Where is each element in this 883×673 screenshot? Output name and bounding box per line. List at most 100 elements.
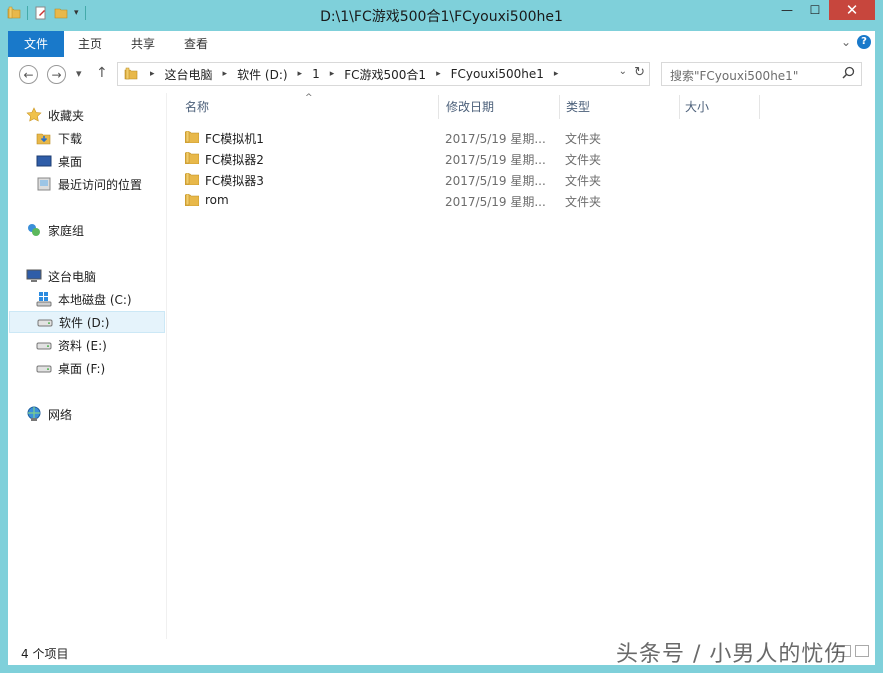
star-icon: [26, 107, 42, 123]
sidebar-item-label: 家庭组: [48, 223, 85, 238]
content-area: 收藏夹 下载 桌面 最近访问的位置 家庭组 这台电脑 本地磁盘 (C:) 软件 …: [8, 93, 875, 639]
title-bar: ▾ D:\1\FC游戏500合1\FCyouxi500he1 — ☐ ✕: [0, 0, 883, 31]
drive-icon: [37, 314, 53, 330]
column-header-type[interactable]: 类型: [566, 98, 590, 118]
column-header-size[interactable]: 大小: [685, 98, 709, 118]
maximize-button[interactable]: ☐: [801, 0, 829, 20]
breadcrumb-separator[interactable]: ▸: [430, 69, 447, 79]
window-title: D:\1\FC游戏500合1\FCyouxi500he1: [320, 9, 563, 25]
sidebar-item-label: 本地磁盘 (C:): [58, 292, 132, 307]
recent-locations-button[interactable]: ▾: [76, 67, 82, 80]
search-icon[interactable]: [842, 66, 855, 79]
file-type: 文件夹: [565, 153, 602, 167]
close-button[interactable]: ✕: [829, 0, 875, 20]
sidebar-item-network[interactable]: 网络: [26, 403, 165, 425]
breadcrumb: ▸ 这台电脑 ▸ 软件 (D:) ▸ 1 ▸ FC游戏500合1 ▸ FCyou…: [118, 63, 564, 85]
column-divider[interactable]: [679, 95, 680, 119]
column-divider[interactable]: [759, 95, 760, 119]
breadcrumb-folder-1[interactable]: 1: [308, 67, 324, 81]
minimize-button[interactable]: —: [773, 0, 801, 20]
file-type: 文件夹: [565, 132, 602, 146]
tab-share[interactable]: 共享: [117, 31, 169, 57]
breadcrumb-fc-games[interactable]: FC游戏500合1: [340, 66, 430, 83]
column-header-name[interactable]: 名称: [185, 98, 209, 118]
up-button[interactable]: ↑: [96, 65, 108, 81]
tab-file[interactable]: 文件: [8, 31, 64, 57]
tab-home[interactable]: 主页: [64, 31, 116, 57]
watermark: 头条号 / 小男人的忧伤: [616, 642, 848, 667]
sidebar-item-label: 下载: [58, 131, 83, 146]
expand-ribbon-icon[interactable]: ⌄: [841, 35, 851, 49]
sort-indicator-icon: ^: [305, 93, 313, 103]
folder-icon: [185, 152, 199, 164]
file-row[interactable]: rom 2017/5/19 星期... 文件夹: [183, 191, 603, 211]
sidebar-item-recent[interactable]: 最近访问的位置: [36, 173, 165, 195]
column-divider[interactable]: [559, 95, 560, 119]
breadcrumb-separator[interactable]: ▸: [292, 69, 309, 79]
sidebar-item-drive-e[interactable]: 资料 (E:): [36, 334, 165, 356]
breadcrumb-current[interactable]: FCyouxi500he1: [447, 67, 548, 81]
breadcrumb-this-pc[interactable]: 这台电脑: [161, 66, 217, 83]
file-row[interactable]: FC模拟机1 2017/5/19 星期... 文件夹: [183, 128, 603, 148]
sidebar-item-downloads[interactable]: 下载: [36, 127, 165, 149]
sidebar-item-drive-d[interactable]: 软件 (D:): [9, 311, 165, 333]
refresh-button[interactable]: ↻: [634, 65, 645, 80]
sidebar-item-label: 桌面 (F:): [58, 361, 106, 376]
file-row[interactable]: FC模拟器3 2017/5/19 星期... 文件夹: [183, 170, 603, 190]
ribbon-tabs: 文件 主页 共享 查看 ⌄ ?: [8, 31, 875, 58]
sidebar-item-this-pc[interactable]: 这台电脑: [26, 265, 165, 287]
address-bar[interactable]: ▸ 这台电脑 ▸ 软件 (D:) ▸ 1 ▸ FC游戏500合1 ▸ FCyou…: [117, 62, 650, 86]
sidebar-item-label: 软件 (D:): [59, 315, 110, 330]
sidebar-item-drive-f[interactable]: 桌面 (F:): [36, 357, 165, 379]
file-date: 2017/5/19 星期...: [445, 174, 546, 188]
sidebar-item-label: 桌面: [58, 154, 83, 169]
folder-icon: [185, 131, 199, 143]
sidebar-item-label: 收藏夹: [48, 108, 85, 123]
file-type: 文件夹: [565, 174, 602, 188]
sidebar-item-homegroup[interactable]: 家庭组: [26, 219, 165, 241]
breadcrumb-separator[interactable]: ▸: [217, 69, 234, 79]
navigation-pane: 收藏夹 下载 桌面 最近访问的位置 家庭组 这台电脑 本地磁盘 (C:) 软件 …: [8, 93, 167, 639]
search-input[interactable]: 搜索"FCyouxi500he1": [670, 67, 798, 84]
drive-icon: [36, 360, 52, 376]
file-row[interactable]: FC模拟器2 2017/5/19 星期... 文件夹: [183, 149, 603, 169]
file-date: 2017/5/19 星期...: [445, 195, 546, 209]
column-header-date[interactable]: 修改日期: [446, 98, 494, 118]
folder-icon: [124, 67, 138, 81]
file-list: ^ 名称 修改日期 类型 大小 FC模拟机1 2017/5/19 星期... 文…: [168, 93, 875, 639]
breadcrumb-separator[interactable]: ▸: [144, 69, 161, 79]
help-icon[interactable]: ?: [857, 35, 871, 49]
sidebar-item-drive-c[interactable]: 本地磁盘 (C:): [36, 288, 165, 310]
recent-places-icon: [36, 176, 52, 192]
forward-button[interactable]: →: [47, 65, 66, 84]
sidebar-item-label: 资料 (E:): [58, 338, 107, 353]
sidebar-item-favorites[interactable]: 收藏夹: [26, 104, 165, 126]
window-controls: — ☐ ✕: [773, 0, 875, 20]
back-button[interactable]: ←: [19, 65, 38, 84]
sidebar-item-label: 最近访问的位置: [58, 177, 143, 192]
network-icon: [26, 406, 42, 422]
homegroup-icon: [26, 222, 42, 238]
explorer-window: ▾ D:\1\FC游戏500合1\FCyouxi500he1 — ☐ ✕ 文件 …: [0, 0, 883, 673]
sidebar-item-desktop[interactable]: 桌面: [36, 150, 165, 172]
download-folder-icon: [36, 130, 52, 146]
navigation-bar: ← → ▾ ↑ ▸ 这台电脑 ▸ 软件 (D:) ▸ 1 ▸ FC游戏500合1…: [8, 57, 875, 93]
breadcrumb-separator[interactable]: ▸: [548, 69, 565, 79]
large-icons-view-button[interactable]: [855, 645, 869, 657]
desktop-icon: [36, 153, 52, 169]
windows-drive-icon: [36, 291, 52, 307]
address-history-dropdown[interactable]: ⌄: [619, 66, 627, 77]
computer-icon: [26, 268, 42, 284]
folder-icon: [185, 173, 199, 185]
search-box[interactable]: 搜索"FCyouxi500he1": [661, 62, 862, 86]
tab-view[interactable]: 查看: [170, 31, 222, 57]
file-name: rom: [205, 193, 229, 207]
breadcrumb-drive-d[interactable]: 软件 (D:): [233, 66, 291, 83]
file-name: FC模拟机1: [205, 132, 264, 146]
column-divider[interactable]: [438, 95, 439, 119]
file-date: 2017/5/19 星期...: [445, 153, 546, 167]
item-count: 4 个项目: [21, 647, 69, 661]
file-name: FC模拟器2: [205, 153, 264, 167]
breadcrumb-separator[interactable]: ▸: [324, 69, 341, 79]
sidebar-item-label: 这台电脑: [48, 269, 97, 284]
